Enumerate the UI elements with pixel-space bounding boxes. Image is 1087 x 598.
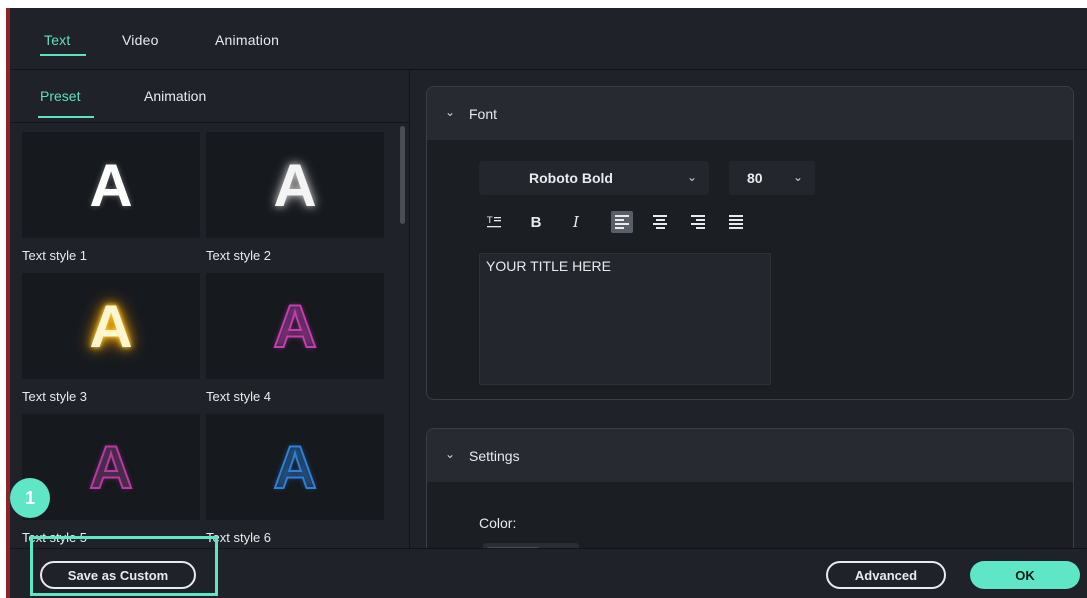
tab-video[interactable]: Video bbox=[122, 32, 159, 48]
font-size-value: 80 bbox=[747, 170, 763, 186]
preset-label: Text style 4 bbox=[206, 389, 272, 404]
ok-button[interactable]: OK bbox=[970, 561, 1080, 589]
preset-glyph: A bbox=[272, 292, 317, 361]
font-section-header[interactable]: ⌄ Font bbox=[427, 87, 1073, 140]
properties-panel: ⌄ Font Roboto Bold ⌄ 80 ⌄ T B I YOUR TIT… bbox=[410, 70, 1087, 548]
preset-glyph: A bbox=[273, 151, 317, 219]
text-case-icon[interactable]: T bbox=[483, 211, 505, 233]
preset-panel: Preset Animation A Text style 1 A Text s… bbox=[10, 70, 410, 548]
settings-section-header[interactable]: ⌄ Settings bbox=[427, 429, 1073, 482]
settings-section-title: Settings bbox=[469, 448, 520, 464]
font-section: ⌄ Font Roboto Bold ⌄ 80 ⌄ T B I YOUR TIT… bbox=[426, 86, 1074, 400]
preset-label: Text style 1 bbox=[22, 248, 88, 263]
color-label: Color: bbox=[479, 515, 517, 531]
window-edge-accent bbox=[6, 8, 10, 598]
align-justify-icon[interactable] bbox=[725, 211, 747, 233]
preset-glyph: A bbox=[89, 151, 133, 219]
tab-text[interactable]: Text bbox=[44, 32, 70, 48]
title-editor-window: Text Video Animation Preset Animation A … bbox=[6, 8, 1087, 598]
chevron-down-icon: ⌄ bbox=[793, 170, 804, 184]
chevron-down-icon: ⌄ bbox=[445, 447, 456, 461]
subtab-divider bbox=[10, 122, 409, 123]
preset-glyph: A bbox=[89, 292, 133, 360]
font-family-select[interactable]: Roboto Bold ⌄ bbox=[479, 161, 709, 195]
preset-label: Text style 3 bbox=[22, 389, 88, 404]
preset-tile-3[interactable]: A bbox=[22, 273, 200, 379]
subtab-preset[interactable]: Preset bbox=[40, 88, 80, 104]
tab-animation[interactable]: Animation bbox=[215, 32, 279, 48]
preset-tile-2[interactable]: A bbox=[206, 132, 384, 238]
font-section-title: Font bbox=[469, 106, 498, 122]
advanced-button[interactable]: Advanced bbox=[826, 561, 946, 589]
font-family-value: Roboto Bold bbox=[529, 170, 613, 186]
preset-glyph: A bbox=[272, 433, 317, 502]
align-left-icon[interactable] bbox=[611, 211, 633, 233]
chevron-down-icon: ⌄ bbox=[445, 105, 456, 119]
bold-icon[interactable]: B bbox=[525, 211, 547, 233]
font-size-select[interactable]: 80 ⌄ bbox=[729, 161, 815, 195]
preset-tile-4[interactable]: A bbox=[206, 273, 384, 379]
step-highlight-box bbox=[30, 536, 218, 596]
step-number-badge: 1 bbox=[10, 478, 50, 518]
preset-scrollbar[interactable] bbox=[400, 126, 405, 224]
top-tab-bar: Text Video Animation bbox=[10, 8, 1087, 70]
tab-text-underline bbox=[40, 54, 86, 56]
settings-section: ⌄ Settings Color: bbox=[426, 428, 1074, 548]
subtab-preset-underline bbox=[38, 116, 94, 118]
chevron-down-icon: ⌄ bbox=[687, 170, 698, 184]
align-center-icon[interactable] bbox=[649, 211, 671, 233]
preset-label: Text style 2 bbox=[206, 248, 272, 263]
title-text-input[interactable]: YOUR TITLE HERE bbox=[479, 253, 771, 385]
align-right-icon[interactable] bbox=[687, 211, 709, 233]
subtab-animation[interactable]: Animation bbox=[144, 88, 206, 104]
preset-tile-6[interactable]: A bbox=[206, 414, 384, 520]
italic-icon[interactable]: I bbox=[565, 211, 587, 233]
preset-tile-1[interactable]: A bbox=[22, 132, 200, 238]
svg-text:T: T bbox=[486, 216, 493, 226]
